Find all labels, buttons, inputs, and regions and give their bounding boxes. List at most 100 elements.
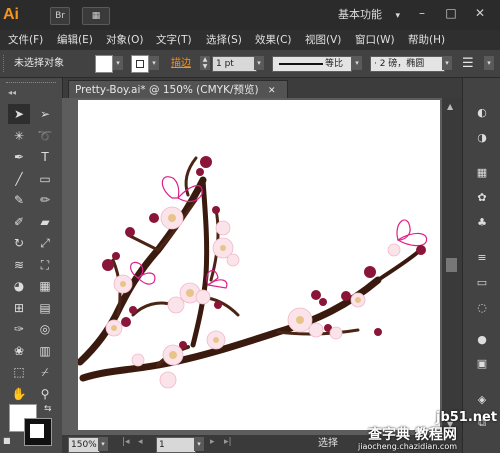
blend-tool-icon[interactable]: ◎ xyxy=(34,319,56,339)
close-tab-icon[interactable]: ✕ xyxy=(268,86,276,96)
zoom-tool-icon[interactable]: ⚲ xyxy=(34,384,56,404)
scale-tool-icon[interactable]: ⤢ xyxy=(34,233,56,253)
menu-object[interactable]: 对象(O) xyxy=(106,30,143,50)
variable-width-profile[interactable]: 等比 xyxy=(272,56,352,72)
stroke-label[interactable]: 描边 xyxy=(171,50,191,77)
selection-tool-icon[interactable]: ➤ xyxy=(8,104,30,124)
swap-fill-stroke-icon[interactable]: ⇆ xyxy=(44,404,52,414)
pencil-tool-icon[interactable]: ✏ xyxy=(34,190,56,210)
blob-brush-tool-icon[interactable]: ✐ xyxy=(8,212,30,232)
pen-tool-icon[interactable]: ✒ xyxy=(8,147,30,167)
watermark-site: jb51.net xyxy=(436,410,498,425)
watermark-url: jiaocheng.chazidian.com xyxy=(358,442,458,451)
illustrator-logo: Ai xyxy=(3,6,19,23)
slice-tool-icon[interactable]: ⌿ xyxy=(34,362,56,382)
stroke-panel-icon[interactable]: ≡ xyxy=(474,250,490,266)
graphic-styles-panel-icon[interactable]: ▣ xyxy=(474,356,490,372)
plum-blossom-artwork[interactable] xyxy=(78,100,440,430)
document-tab[interactable]: Pretty-Boy.ai* @ 150% (CMYK/预览) ✕ xyxy=(68,80,288,98)
stroke-weight-stepper[interactable]: ▲ ▼ xyxy=(200,56,210,70)
menu-view[interactable]: 视图(V) xyxy=(305,30,341,50)
workspace-label: 基本功能 xyxy=(338,8,382,21)
default-fill-stroke-icon[interactable]: ■ xyxy=(3,436,11,445)
menu-bar: 文件(F) 编辑(E) 对象(O) 文字(T) 选择(S) 效果(C) 视图(V… xyxy=(0,30,500,50)
last-artboard-icon[interactable]: ▸| xyxy=(224,437,232,447)
title-bar: Ai Br ▦ 基本功能 ▾ – □ ✕ xyxy=(0,0,500,30)
menu-type[interactable]: 文字(T) xyxy=(156,30,192,50)
menu-select[interactable]: 选择(S) xyxy=(206,30,242,50)
color-guide-icon[interactable]: ◑ xyxy=(474,130,490,146)
swatches-icon[interactable]: ▦ xyxy=(474,165,490,181)
next-artboard-icon[interactable]: ▸ xyxy=(210,437,215,447)
brushes-icon[interactable]: ✿ xyxy=(474,190,490,206)
direct-selection-tool-icon[interactable]: ➢ xyxy=(34,104,56,124)
stroke-weight-input[interactable]: 1 pt xyxy=(212,56,257,72)
rectangle-tool-icon[interactable]: ▭ xyxy=(34,169,56,189)
gradient-panel-icon[interactable]: ▭ xyxy=(474,275,490,291)
menu-edit[interactable]: 编辑(E) xyxy=(57,30,93,50)
stroke-square-icon xyxy=(136,60,144,68)
previous-artboard-icon[interactable]: ◂ xyxy=(138,437,143,447)
artboard-tool-icon[interactable]: ⬚ xyxy=(8,362,30,382)
artboard-number-field[interactable]: 1 xyxy=(156,437,196,453)
control-bar: 未选择对象 ▾ ▾ 描边 ▲ ▼ 1 pt ▾ 等比 ▾ · 2 磅，椭圆 ▾ ☰… xyxy=(0,50,500,78)
first-artboard-icon[interactable]: |◂ xyxy=(122,437,130,447)
brush-dropdown-arrow[interactable]: ▾ xyxy=(442,56,452,70)
scroll-up-icon[interactable]: ▲ xyxy=(447,102,453,111)
vertical-scroll-thumb[interactable] xyxy=(446,258,457,272)
layers-icon[interactable]: ◈ xyxy=(474,392,490,408)
minimize-button[interactable]: – xyxy=(412,5,432,21)
type-tool-icon[interactable]: T xyxy=(34,147,56,167)
column-graph-tool-icon[interactable]: ▥ xyxy=(34,341,56,361)
zoom-level-field[interactable]: 150% xyxy=(68,437,100,453)
collapse-tools-icon[interactable]: ◂◂ xyxy=(8,88,16,97)
width-tool-icon[interactable]: ≋ xyxy=(8,255,30,275)
arrange-documents-button[interactable]: ▦ xyxy=(82,7,110,25)
free-transform-tool-icon[interactable]: ⛶ xyxy=(34,255,56,275)
menu-help[interactable]: 帮助(H) xyxy=(408,30,445,50)
eraser-tool-icon[interactable]: ▰ xyxy=(34,212,56,232)
transparency-icon[interactable]: ◌ xyxy=(474,300,490,316)
graphic-styles-icon[interactable]: ☰ xyxy=(462,50,474,77)
appearance-icon[interactable]: ● xyxy=(474,332,490,348)
menu-effect[interactable]: 效果(C) xyxy=(255,30,292,50)
rotate-tool-icon[interactable]: ↻ xyxy=(8,233,30,253)
stroke-color-box[interactable] xyxy=(24,418,52,446)
profile-dropdown-arrow[interactable]: ▾ xyxy=(352,56,362,70)
workspace-switcher[interactable]: 基本功能 ▾ xyxy=(338,6,400,24)
fill-swatch[interactable] xyxy=(95,55,113,73)
mesh-tool-icon[interactable]: ⊞ xyxy=(8,298,30,318)
bridge-button[interactable]: Br xyxy=(50,7,70,25)
brush-definition[interactable]: · 2 磅，椭圆 xyxy=(370,56,445,72)
document-title: Pretty-Boy.ai* @ 150% (CMYK/预览) xyxy=(75,84,259,96)
control-bar-grip[interactable] xyxy=(3,55,8,72)
perspective-grid-tool-icon[interactable]: ▦ xyxy=(34,276,56,296)
shape-builder-tool-icon[interactable]: ◕ xyxy=(8,276,30,296)
blossoms xyxy=(105,206,401,389)
close-window-button[interactable]: ✕ xyxy=(470,5,490,21)
artboard-dropdown-arrow[interactable]: ▾ xyxy=(194,437,204,451)
zoom-dropdown-arrow[interactable]: ▾ xyxy=(98,437,108,451)
hand-tool-icon[interactable]: ✋ xyxy=(8,384,30,404)
menu-file[interactable]: 文件(F) xyxy=(8,30,43,50)
stroke-dropdown-arrow[interactable]: ▾ xyxy=(149,56,159,70)
symbols-icon[interactable]: ♣ xyxy=(474,215,490,231)
gradient-tool-icon[interactable]: ▤ xyxy=(34,298,56,318)
vertical-scrollbar[interactable]: ▲ ▼ xyxy=(442,98,462,435)
fill-dropdown-arrow[interactable]: ▾ xyxy=(113,56,123,70)
watermark: jb51.net 查字典 教程网 jiaocheng.chazidian.com xyxy=(318,408,500,453)
stroke-inner xyxy=(30,424,44,438)
stroke-swatch[interactable] xyxy=(131,55,149,73)
maximize-button[interactable]: □ xyxy=(441,5,461,21)
paintbrush-tool-icon[interactable]: ✎ xyxy=(8,190,30,210)
menu-window[interactable]: 窗口(W) xyxy=(355,30,395,50)
control-bar-menu-arrow[interactable]: ▾ xyxy=(484,56,494,70)
color-panel-icon[interactable]: ◐ xyxy=(474,105,490,121)
stroke-weight-dropdown-arrow[interactable]: ▾ xyxy=(254,56,264,70)
line-tool-icon[interactable]: ╱ xyxy=(8,169,30,189)
magic-wand-tool-icon[interactable]: ✳ xyxy=(8,126,30,146)
symbol-sprayer-tool-icon[interactable]: ❀ xyxy=(8,341,30,361)
artboard[interactable] xyxy=(78,100,440,430)
lasso-tool-icon[interactable]: ➰ xyxy=(34,126,56,146)
eyedropper-tool-icon[interactable]: ✑ xyxy=(8,319,30,339)
